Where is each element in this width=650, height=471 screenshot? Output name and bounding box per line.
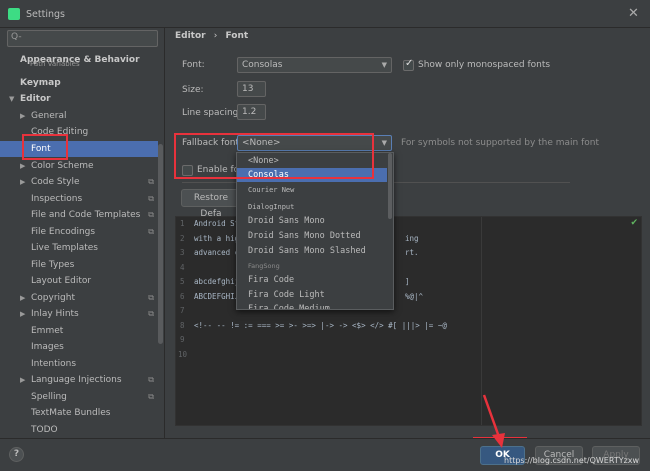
preview-line-tail: ] [405, 277, 410, 286]
highlight-box-font [22, 134, 68, 160]
line-number: 10 [178, 350, 188, 359]
sidebar-item-general[interactable]: ▶ General [0, 108, 158, 124]
fallback-font-hint: For symbols not supported by the main fo… [401, 138, 600, 148]
dropdown-item[interactable]: DialogInput [237, 200, 387, 214]
preview-line: ABCDEFGHIJ [194, 292, 240, 301]
dropdown-item[interactable]: Fira Code [237, 273, 387, 287]
sidebar-item-live-templates[interactable]: Live Templates [0, 240, 158, 256]
preview-line: with a hig [194, 234, 240, 243]
sidebar-scrollbar[interactable] [158, 144, 163, 344]
preview-line: abcdefghij [194, 277, 240, 286]
help-icon[interactable]: ? [9, 447, 24, 462]
preview-line-tail: ing [405, 234, 419, 243]
sidebar-item-images[interactable]: Images [0, 339, 158, 355]
watermark: https://blog.csdn.net/QWERTYzxw [504, 456, 640, 465]
dialog-footer: ? OK Cancel Apply https://blog.csdn.net/… [0, 438, 650, 471]
size-label: Size: [182, 85, 204, 95]
line-number: 6 [180, 292, 185, 301]
title-bar: Settings ✕ [0, 0, 650, 28]
search-input[interactable]: Q- [7, 30, 158, 47]
dropdown-item[interactable]: Fira Code Light [237, 288, 387, 302]
sidebar-item-inlay-hints[interactable]: ▶ Inlay Hints ⧉ [0, 306, 158, 322]
dropdown-item[interactable]: Droid Sans Mono Slashed [237, 244, 387, 258]
sidebar-item-file-templates[interactable]: File and Code Templates ⧉ [0, 207, 158, 223]
sidebar-item-file-types[interactable]: File Types [0, 257, 158, 273]
project-icon: ⧉ [148, 177, 154, 186]
dropdown-arrow-icon: ▼ [381, 61, 387, 69]
preview-line-tail: %@|^ [405, 292, 424, 301]
project-icon: ⧉ [148, 392, 154, 401]
size-input[interactable]: 13 [237, 81, 266, 97]
preview-line: <!-- -- != := === >= >- >=> |-> -> <$> <… [194, 321, 447, 330]
dropdown-item[interactable]: Droid Sans Mono Dotted [237, 229, 387, 243]
sidebar-item-editor[interactable]: ▼ Editor [0, 91, 158, 107]
line-spacing-input[interactable]: 1.2 [237, 104, 266, 120]
project-icon: ⧉ [148, 210, 154, 219]
sidebar-item-textmate-bundles[interactable]: TextMate Bundles [0, 405, 158, 421]
chevron-right-icon: ▶ [20, 112, 26, 120]
chevron-right-icon: ▶ [20, 310, 26, 318]
preview-line: Android St [194, 219, 240, 228]
sidebar-item-copyright[interactable]: ▶ Copyright ⧉ [0, 290, 158, 306]
dropdown-scrollbar[interactable] [388, 153, 392, 219]
sidebar-item-path-variables[interactable]: Path Variables [0, 60, 158, 69]
window-title: Settings [26, 9, 65, 20]
line-number: 7 [180, 306, 185, 315]
breadcrumb-editor[interactable]: Editor [175, 31, 206, 41]
project-icon: ⧉ [148, 293, 154, 302]
sidebar-item-emmet[interactable]: Emmet [0, 323, 158, 339]
monospaced-checkbox[interactable] [403, 58, 414, 71]
breadcrumb-font: Font [225, 31, 249, 41]
chevron-right-icon: ▶ [20, 162, 26, 170]
line-number: 1 [180, 219, 185, 228]
preview-line-tail: rt. [405, 248, 419, 257]
project-icon: ⧉ [148, 194, 154, 203]
chevron-down-icon: ▼ [9, 95, 15, 103]
chevron-right-icon: ▶ [20, 376, 26, 384]
close-icon[interactable]: ✕ [628, 6, 639, 21]
sidebar-item-intentions[interactable]: Intentions [0, 356, 158, 372]
chevron-right-icon: ▶ [20, 178, 26, 186]
highlight-box-fallback [174, 133, 374, 179]
red-arrow-annotation [482, 394, 505, 448]
breadcrumb-separator: › [213, 31, 218, 41]
breadcrumb: Editor › Font [175, 28, 248, 44]
project-icon: ⧉ [148, 309, 154, 318]
sidebar-item-todo[interactable]: TODO [0, 422, 158, 438]
line-spacing-label: Line spacing: [182, 108, 242, 118]
project-icon: ⧉ [148, 375, 154, 384]
restore-defaults-button[interactable]: Restore Defa [181, 189, 241, 219]
font-label: Font: [182, 60, 205, 70]
sidebar-item-layout-editor[interactable]: Layout Editor [0, 273, 158, 289]
line-number: 5 [180, 277, 185, 286]
line-number: 9 [180, 335, 185, 344]
settings-sidebar: Q- Appearance & Behavior Path Variables … [0, 28, 165, 438]
sidebar-item-inspections[interactable]: Inspections ⧉ [0, 191, 158, 207]
sidebar-item-file-encodings[interactable]: File Encodings ⧉ [0, 224, 158, 240]
sidebar-item-color-scheme[interactable]: ▶ Color Scheme [0, 158, 158, 174]
search-icon: Q- [11, 32, 22, 42]
font-select[interactable]: Consolas ▼ [237, 57, 392, 73]
chevron-right-icon: ▶ [20, 294, 26, 302]
sidebar-item-language-injections[interactable]: ▶ Language Injections ⧉ [0, 372, 158, 388]
line-number: 3 [180, 248, 185, 257]
sidebar-item-keymap[interactable]: Keymap [0, 75, 158, 91]
dropdown-item[interactable]: Droid Sans Mono [237, 214, 387, 228]
line-number-gutter: 1 2 3 4 5 6 7 8 9 10 [176, 217, 193, 425]
dropdown-item[interactable]: Fira Code Medium [237, 302, 387, 309]
line-number: 4 [180, 263, 185, 272]
check-icon: ✔ [630, 218, 638, 228]
monospaced-label: Show only monospaced fonts [418, 60, 551, 70]
dropdown-arrow-icon: ▼ [381, 139, 387, 147]
android-studio-icon [8, 8, 20, 20]
preview-line: advanced c [194, 248, 240, 257]
project-icon: ⧉ [148, 227, 154, 236]
dropdown-item[interactable]: FangSong [237, 259, 387, 273]
line-number: 8 [180, 321, 185, 330]
line-number: 2 [180, 234, 185, 243]
sidebar-item-spelling[interactable]: Spelling ⧉ [0, 389, 158, 405]
sidebar-item-code-style[interactable]: ▶ Code Style ⧉ [0, 174, 158, 190]
dropdown-item[interactable]: Courier New [237, 183, 387, 197]
